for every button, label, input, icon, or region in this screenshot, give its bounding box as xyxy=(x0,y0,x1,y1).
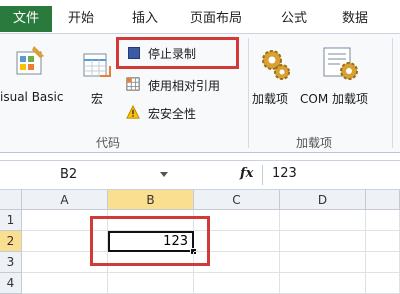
cell-e1[interactable] xyxy=(366,210,400,231)
visual-basic-button[interactable]: isual Basic xyxy=(0,40,72,110)
ribbon-panel: isual Basic 宏 停止录制 使用相对引用 宏安全性 代码 加载项 CO… xyxy=(0,34,400,153)
cell-e3[interactable] xyxy=(366,252,400,273)
spreadsheet-grid: A B C D 1 2 3 4 123 xyxy=(0,190,400,294)
warning-icon xyxy=(126,105,140,119)
addins-group-label: 加载项 xyxy=(296,136,333,150)
tab-page-layout[interactable]: 页面布局 xyxy=(190,8,242,30)
name-box[interactable]: B2 xyxy=(0,164,180,186)
visual-basic-label: isual Basic xyxy=(0,90,64,104)
cell-b4[interactable] xyxy=(108,273,194,294)
code-group-label: 代码 xyxy=(96,136,121,150)
relative-references-icon xyxy=(126,77,140,91)
macro-security-button[interactable]: 宏安全性 xyxy=(122,102,222,124)
tab-home[interactable]: 开始 xyxy=(68,8,94,30)
macros-icon xyxy=(83,53,111,77)
select-all-corner[interactable] xyxy=(0,190,22,210)
tab-formulas[interactable]: 公式 xyxy=(281,8,307,30)
cell-e2[interactable] xyxy=(366,231,400,252)
formula-input[interactable]: 123 xyxy=(272,166,297,181)
formula-bar: B2 fx 123 xyxy=(0,160,400,190)
com-addins-button[interactable]: COM 加载项 xyxy=(300,40,390,110)
row-header-3[interactable]: 3 xyxy=(0,252,22,273)
group-separator-right xyxy=(392,38,393,148)
name-box-value: B2 xyxy=(60,167,78,182)
column-header-c[interactable]: C xyxy=(194,190,280,210)
column-header-e[interactable] xyxy=(366,190,400,210)
column-header-a[interactable]: A xyxy=(22,190,108,210)
macros-button[interactable]: 宏 xyxy=(78,40,118,110)
formula-separator xyxy=(262,165,263,185)
stop-recording-highlight xyxy=(116,37,239,69)
column-header-b[interactable]: B xyxy=(108,190,194,210)
com-addins-label: COM 加载项 xyxy=(300,92,368,106)
tab-data[interactable]: 数据 xyxy=(342,8,368,30)
gear-icon xyxy=(262,50,290,80)
row-header-4[interactable]: 4 xyxy=(0,273,22,294)
cell-e4[interactable] xyxy=(366,273,400,294)
cell-a4[interactable] xyxy=(22,273,108,294)
tab-insert[interactable]: 插入 xyxy=(132,8,158,30)
cell-d3[interactable] xyxy=(280,252,366,273)
tab-file[interactable]: 文件 xyxy=(0,6,52,32)
relative-references-label: 使用相对引用 xyxy=(148,79,221,93)
insert-function-icon[interactable]: fx xyxy=(240,166,253,181)
addins-label: 加载项 xyxy=(252,92,289,106)
macro-security-label: 宏安全性 xyxy=(148,107,197,121)
addins-button[interactable]: 加载项 xyxy=(250,40,298,110)
cell-b2-highlight xyxy=(90,216,210,266)
row-header-1[interactable]: 1 xyxy=(0,210,22,231)
cell-d4[interactable] xyxy=(280,273,366,294)
ribbon-tab-bar: 文件 开始 插入 页面布局 公式 数据 xyxy=(0,0,400,34)
cell-d2[interactable] xyxy=(280,231,366,252)
cell-c4[interactable] xyxy=(194,273,280,294)
macros-label: 宏 xyxy=(91,92,104,106)
cell-d1[interactable] xyxy=(280,210,366,231)
group-separator xyxy=(248,38,249,148)
com-addins-icon xyxy=(323,47,358,80)
column-header-d[interactable]: D xyxy=(280,190,366,210)
use-relative-references-button[interactable]: 使用相对引用 xyxy=(122,74,244,96)
row-header-2[interactable]: 2 xyxy=(0,231,22,252)
visual-basic-icon xyxy=(16,46,44,75)
name-box-dropdown-icon[interactable] xyxy=(160,172,168,177)
